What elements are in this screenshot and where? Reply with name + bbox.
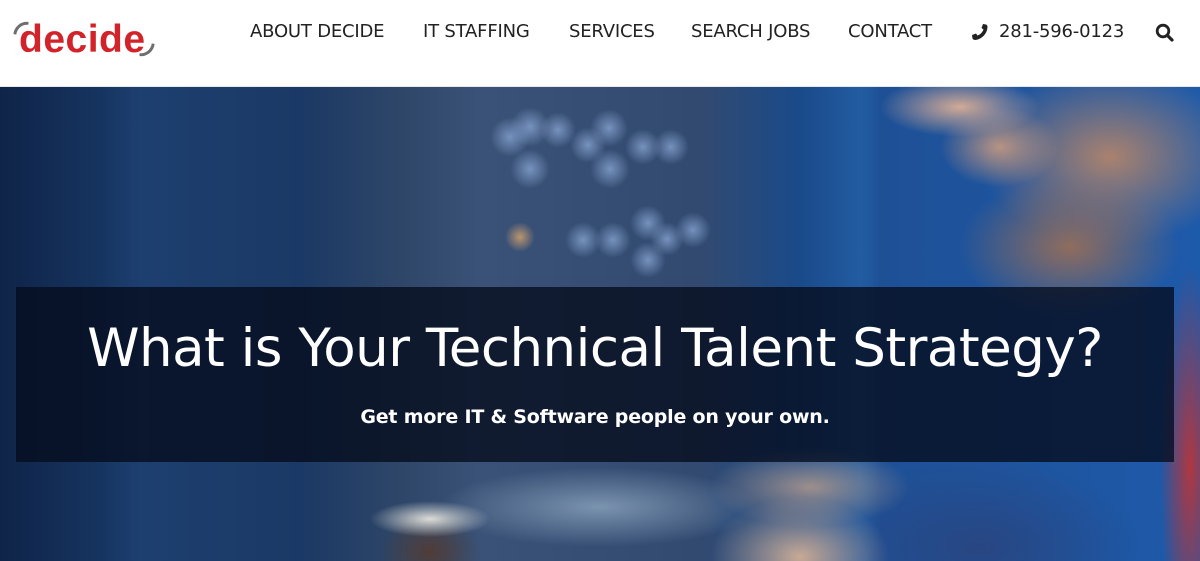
nav-contact[interactable]: CONTACT xyxy=(848,20,932,44)
phone-icon xyxy=(970,22,990,42)
site-header: decide ABOUT DECIDE IT STAFFING SERVICES… xyxy=(0,0,1200,87)
bg-blur-spot xyxy=(675,212,711,248)
bg-blur-spot xyxy=(653,129,689,165)
bg-blur-spot xyxy=(630,242,666,278)
hero-text-overlay: What is Your Technical Talent Strategy? … xyxy=(16,287,1174,462)
bg-blur-spot xyxy=(505,222,535,252)
search-button[interactable] xyxy=(1154,22,1176,44)
search-icon xyxy=(1155,23,1174,42)
nav-phone-link[interactable]: 281-596-0123 xyxy=(970,20,1124,44)
bg-blur-spot xyxy=(595,222,631,258)
bg-blur-spot xyxy=(510,149,550,189)
nav-search-jobs[interactable]: SEARCH JOBS xyxy=(691,20,810,44)
bg-blur-spot xyxy=(590,109,628,147)
phone-number: 281-596-0123 xyxy=(999,21,1125,42)
hero-subtitle: Get more IT & Software people on your ow… xyxy=(360,406,830,428)
main-nav: ABOUT DECIDE IT STAFFING SERVICES SEARCH… xyxy=(0,0,1200,64)
hero-banner: What is Your Technical Talent Strategy? … xyxy=(0,87,1200,561)
nav-services[interactable]: SERVICES xyxy=(569,20,655,44)
nav-it-staffing[interactable]: IT STAFFING xyxy=(423,20,530,44)
hero-title: What is Your Technical Talent Strategy? xyxy=(87,318,1103,379)
bg-blur-spot xyxy=(590,149,630,189)
nav-about-decide[interactable]: ABOUT DECIDE xyxy=(250,20,385,44)
